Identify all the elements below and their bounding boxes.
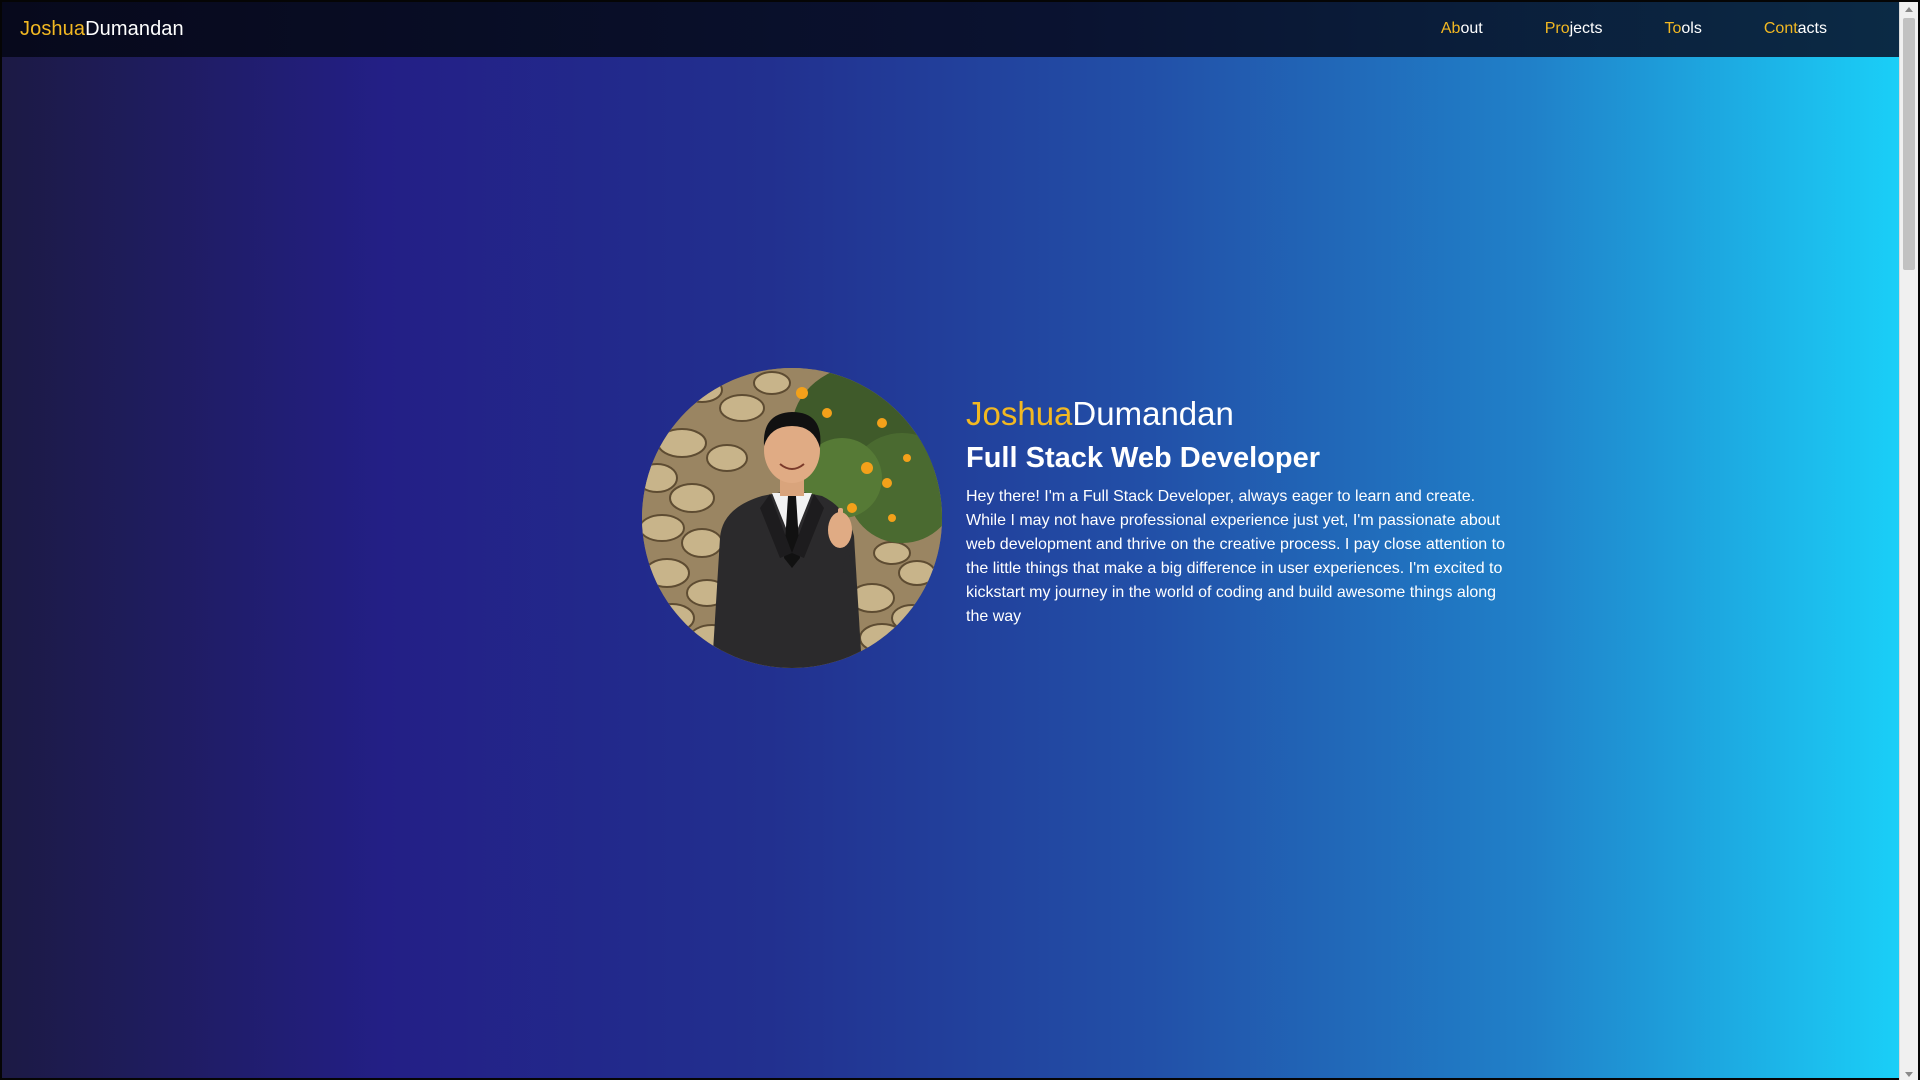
page: JoshuaDumandan About Projects Tools Cont…	[0, 0, 1920, 1080]
nav-link-contacts[interactable]: Contacts	[1764, 20, 1827, 38]
profile-photo-illustration	[642, 368, 942, 668]
nav-link-tools-rest: ols	[1681, 20, 1702, 37]
scroll-up-arrow-icon[interactable]	[1905, 7, 1913, 12]
scroll-down-arrow-icon[interactable]	[1905, 1072, 1913, 1077]
profile-photo	[642, 368, 942, 668]
hero-first-name: Joshua	[966, 395, 1073, 432]
nav-link-tools-highlight: To	[1664, 20, 1682, 37]
hero-section: JoshuaDumandan Full Stack Web Developer …	[642, 368, 1522, 668]
hero-last-name: Dumandan	[1072, 395, 1234, 432]
hero-title: Full Stack Web Developer	[966, 442, 1321, 474]
nav-links: About Projects Tools Contacts	[1379, 20, 1827, 38]
hero-name: JoshuaDumandan	[966, 395, 1516, 433]
brand-logo[interactable]: JoshuaDumandan	[20, 18, 184, 41]
nav-link-about[interactable]: About	[1441, 20, 1483, 38]
nav-link-about-rest: out	[1460, 20, 1483, 37]
page-scrollbar[interactable]	[1899, 2, 1918, 1080]
nav-link-contacts-rest: acts	[1797, 20, 1827, 37]
navbar: JoshuaDumandan About Projects Tools Cont…	[2, 2, 1902, 57]
nav-link-projects-rest: jects	[1569, 20, 1603, 37]
scroll-thumb[interactable]	[1903, 18, 1915, 270]
hero-text: JoshuaDumandan Full Stack Web Developer …	[966, 395, 1516, 629]
nav-link-contacts-highlight: Cont	[1763, 20, 1798, 37]
nav-link-about-highlight: Ab	[1440, 20, 1461, 37]
hero-bio: Hey there! I'm a Full Stack Developer, a…	[966, 488, 1505, 625]
nav-link-projects[interactable]: Projects	[1545, 20, 1603, 38]
brand-first-name: Joshua	[20, 18, 86, 40]
nav-link-tools[interactable]: Tools	[1665, 20, 1702, 38]
brand-last-name: Dumandan	[85, 18, 184, 40]
nav-link-projects-highlight: Pro	[1544, 20, 1570, 37]
